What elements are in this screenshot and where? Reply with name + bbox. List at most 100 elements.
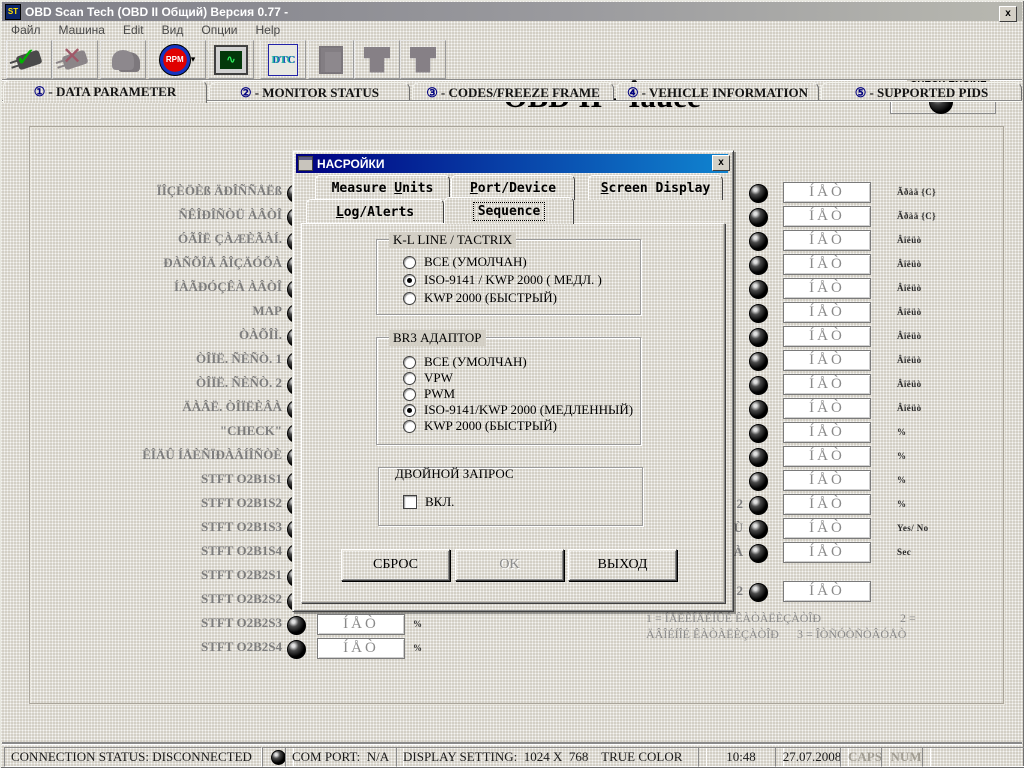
tab-data-parameter[interactable]: ①- DATA PARAMETER bbox=[3, 80, 207, 103]
menu-view[interactable]: Вид bbox=[153, 22, 193, 38]
param-value-box[interactable]: ÍÅÒ bbox=[783, 422, 871, 443]
param-led bbox=[749, 544, 768, 563]
title-bar[interactable]: ST OBD Scan Tech (OBD II Общий) Версия 0… bbox=[2, 2, 1022, 21]
radio-option-label: VPW bbox=[424, 370, 453, 386]
param-value-box[interactable]: ÍÅÒ bbox=[783, 182, 871, 203]
tab-vehicle-information[interactable]: ④- VEHICLE INFORMATION bbox=[616, 82, 819, 102]
param-unit: Âîëüò bbox=[897, 379, 922, 389]
tab-supported-pids[interactable]: ⑤- SUPPORTED PIDS bbox=[821, 82, 1022, 102]
param-value-box[interactable]: ÍÅÒ bbox=[783, 374, 871, 395]
param-label: STFT O2B2S2 bbox=[28, 591, 282, 607]
param-value-box[interactable]: ÍÅÒ bbox=[783, 494, 871, 515]
param-led bbox=[749, 232, 768, 251]
reset-button[interactable]: СБРОС bbox=[341, 549, 450, 581]
rpm-dropdown-icon[interactable]: ▾ bbox=[191, 55, 196, 65]
dialog-title-bar[interactable]: НАСРОЙКИ bbox=[296, 154, 728, 173]
tab-number: ① bbox=[34, 84, 46, 100]
radio-icon[interactable] bbox=[403, 388, 416, 401]
radio-option[interactable]: ISO-9141 / KWP 2000 ( МЕДЛ. ) bbox=[403, 271, 602, 289]
disconnect-button[interactable]: ✕ bbox=[52, 40, 98, 79]
param-value-box[interactable]: ÍÅÒ bbox=[783, 230, 871, 251]
menu-edit[interactable]: Edit bbox=[114, 22, 153, 38]
param-led bbox=[749, 256, 768, 275]
param-label: ÓÃÎË ÇÀÆÈÃÀÍ. bbox=[28, 231, 282, 247]
param-value-box[interactable]: ÍÅÒ bbox=[783, 302, 871, 323]
param-label: STFT O2B1S3 bbox=[28, 519, 282, 535]
radio-option[interactable]: PWM bbox=[403, 386, 633, 402]
radio-icon[interactable] bbox=[403, 356, 416, 369]
tab-monitor-status[interactable]: ②- MONITOR STATUS bbox=[209, 82, 410, 102]
param-value-box[interactable]: ÍÅÒ bbox=[783, 518, 871, 539]
connector-a-button[interactable] bbox=[354, 40, 400, 79]
param-value-box[interactable]: ÍÅÒ bbox=[783, 470, 871, 491]
param-unit: Sec bbox=[897, 547, 911, 557]
radio-option[interactable]: ISO-9141/KWP 2000 (МЕДЛЕННЫЙ) bbox=[403, 402, 633, 418]
param-led bbox=[749, 304, 768, 323]
menu-help[interactable]: Help bbox=[246, 22, 289, 38]
menu-options[interactable]: Опции bbox=[192, 22, 246, 38]
param-label: ÑÊÎÐÎÑÒÜ ÀÂÒÎ bbox=[28, 207, 282, 223]
radio-option[interactable]: ВСЕ (УМОЛЧАН) bbox=[403, 253, 602, 271]
menu-machine[interactable]: Машина bbox=[50, 22, 114, 38]
param-unit: Âîëüò bbox=[897, 259, 922, 269]
radio-icon[interactable] bbox=[403, 292, 416, 305]
connector-b-button[interactable] bbox=[400, 40, 446, 79]
dialog-tab-measure-units[interactable]: Measure Units bbox=[315, 175, 450, 200]
param-value-box[interactable]: ÍÅÒ bbox=[317, 614, 405, 635]
param-value-box[interactable]: ÍÅÒ bbox=[783, 278, 871, 299]
param-label: STFT O2B1S4 bbox=[28, 543, 282, 559]
param-value-box[interactable]: ÍÅÒ bbox=[783, 206, 871, 227]
param-unit: Ãðàä {C} bbox=[897, 187, 936, 197]
dialog-tab-sequence[interactable]: Sequence bbox=[444, 197, 574, 224]
param-value-box[interactable]: ÍÅÒ bbox=[317, 638, 405, 659]
dialog-icon bbox=[298, 156, 313, 171]
record-log-button[interactable] bbox=[100, 40, 146, 79]
param-unit: Âîëüò bbox=[897, 403, 922, 413]
radio-icon[interactable] bbox=[403, 420, 416, 433]
rpm-gauge-button[interactable]: RPM ▾ bbox=[148, 40, 206, 79]
dialog-title: НАСРОЙКИ bbox=[317, 157, 384, 171]
param-label: STFT O2B1S1 bbox=[28, 471, 282, 487]
tab-number: ④ bbox=[627, 85, 639, 101]
dtc-button[interactable]: DTC bbox=[260, 40, 306, 79]
radio-icon[interactable] bbox=[403, 256, 416, 269]
radio-selected-icon[interactable] bbox=[403, 404, 416, 417]
film-icon bbox=[112, 50, 134, 70]
param-label: ÍÀÃÐÓÇÊÀ ÀÂÒÎ bbox=[28, 279, 282, 295]
radio-option[interactable]: KWP 2000 (БЫСТРЫЙ) bbox=[403, 418, 633, 434]
param-value-box[interactable]: ÍÅÒ bbox=[783, 581, 871, 602]
disconnect-x-icon: ✕ bbox=[62, 44, 82, 68]
exit-button[interactable]: ВЫХОД bbox=[568, 549, 677, 581]
group-dual-request-caption: ДВОЙНОЙ ЗАПРОС bbox=[391, 466, 518, 482]
dialog-tab-log-alerts[interactable]: Log/Alerts bbox=[306, 199, 444, 224]
param-value-box[interactable]: ÍÅÒ bbox=[783, 254, 871, 275]
param-value-box[interactable]: ÍÅÒ bbox=[783, 398, 871, 419]
connect-button[interactable]: ✓ bbox=[6, 40, 52, 79]
window-close-icon[interactable]: x bbox=[999, 6, 1017, 22]
status-bar: CONNECTION STATUS: DISCONNECTED COM PORT… bbox=[2, 744, 1022, 767]
param-value-box[interactable]: ÍÅÒ bbox=[783, 350, 871, 371]
menu-file[interactable]: Файл bbox=[2, 22, 50, 38]
param-value-box[interactable]: ÍÅÒ bbox=[783, 326, 871, 347]
param-unit: Âîëüò bbox=[897, 355, 922, 365]
param-unit: Âîëüò bbox=[897, 331, 922, 341]
radio-option[interactable]: ВСЕ (УМОЛЧАН) bbox=[403, 354, 633, 370]
report-button[interactable] bbox=[308, 40, 354, 79]
oscilloscope-button[interactable]: ∿ bbox=[208, 40, 254, 79]
param-unit: Âîëüò bbox=[897, 283, 922, 293]
vkl-checkbox-label: ВКЛ. bbox=[425, 494, 454, 510]
tab-codes-freeze-frame[interactable]: ③- CODES/FREEZE FRAME bbox=[412, 82, 614, 102]
radio-selected-icon[interactable] bbox=[403, 274, 416, 287]
vkl-checkbox[interactable] bbox=[403, 495, 417, 509]
param-value-box[interactable]: ÍÅÒ bbox=[783, 446, 871, 467]
radio-option[interactable]: VPW bbox=[403, 370, 633, 386]
ok-button[interactable]: OK bbox=[455, 549, 564, 581]
scope-icon: ∿ bbox=[214, 45, 248, 75]
dialog-close-icon[interactable]: x bbox=[712, 155, 730, 171]
dialog-tab-screen-display[interactable]: Screen Display bbox=[588, 175, 723, 200]
status-empty bbox=[922, 747, 1024, 767]
radio-option[interactable]: KWP 2000 (БЫСТРЫЙ) bbox=[403, 289, 602, 307]
param-led bbox=[749, 448, 768, 467]
param-value-box[interactable]: ÍÅÒ bbox=[783, 542, 871, 563]
radio-icon[interactable] bbox=[403, 372, 416, 385]
